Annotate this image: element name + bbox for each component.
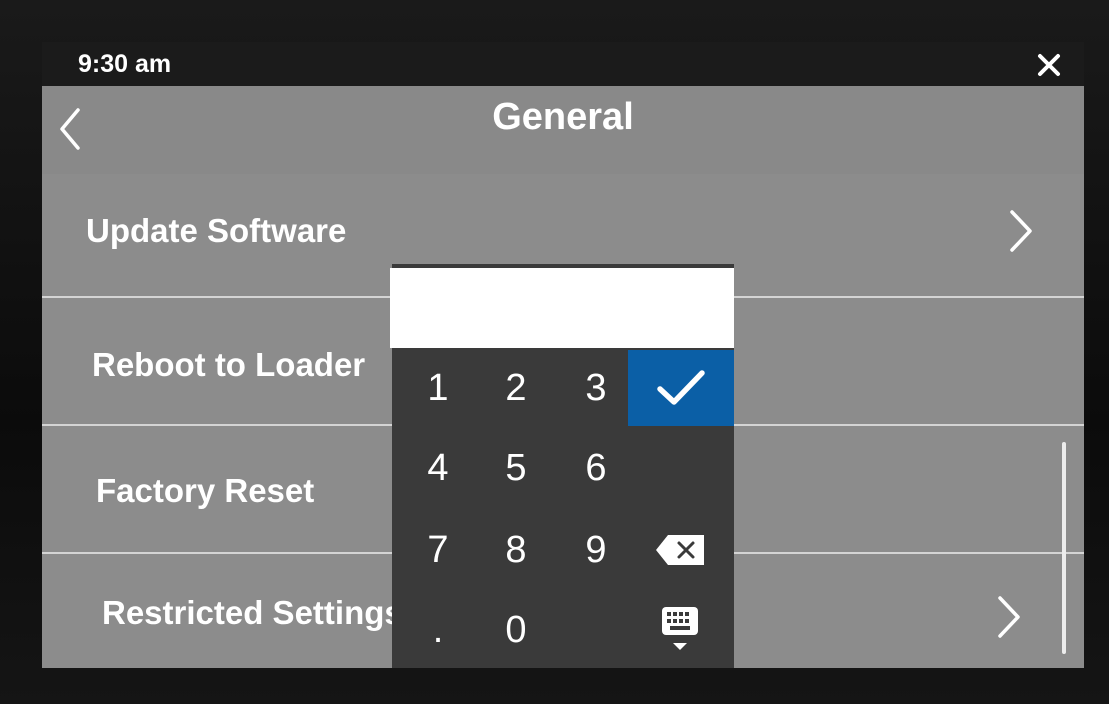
- enter-button[interactable]: [628, 350, 734, 426]
- key-7[interactable]: 7: [398, 514, 478, 586]
- backspace-button[interactable]: [640, 514, 720, 586]
- chevron-right-icon: [1010, 210, 1032, 252]
- numeric-keypad: 1 2 3 4 5 6 7 8 9 . 0: [390, 264, 734, 668]
- key-3[interactable]: 3: [556, 352, 636, 424]
- status-bar: 9:30 am: [42, 42, 1084, 86]
- menu-item-label: Factory Reset: [96, 472, 315, 509]
- key-5[interactable]: 5: [476, 432, 556, 504]
- keypad-input-field[interactable]: [390, 268, 734, 348]
- page-title: General: [492, 96, 634, 138]
- keyboard-hide-icon: [662, 607, 698, 650]
- key-1[interactable]: 1: [398, 352, 478, 424]
- backspace-icon: [656, 535, 704, 565]
- checkmark-icon: [657, 370, 705, 405]
- page-header: General: [42, 86, 1084, 174]
- chevron-right-icon: [998, 596, 1020, 638]
- key-0[interactable]: 0: [476, 594, 556, 666]
- close-icon: [1038, 54, 1060, 76]
- close-button[interactable]: [1032, 48, 1066, 82]
- key-2[interactable]: 2: [476, 352, 556, 424]
- scrollbar[interactable]: [1062, 442, 1066, 654]
- hide-keyboard-button[interactable]: [640, 594, 720, 666]
- menu-item-label: Update Software: [86, 212, 347, 249]
- menu-item-label: Restricted Settings: [102, 594, 403, 631]
- touch-screen: 9:30 am General Update Software Reboot t…: [42, 42, 1084, 668]
- key-4[interactable]: 4: [398, 432, 478, 504]
- key-8[interactable]: 8: [476, 514, 556, 586]
- menu-item-label: Reboot to Loader: [92, 346, 366, 383]
- key-9[interactable]: 9: [556, 514, 636, 586]
- key-6[interactable]: 6: [556, 432, 636, 504]
- status-time: 9:30 am: [78, 50, 172, 78]
- key-decimal[interactable]: .: [398, 594, 478, 666]
